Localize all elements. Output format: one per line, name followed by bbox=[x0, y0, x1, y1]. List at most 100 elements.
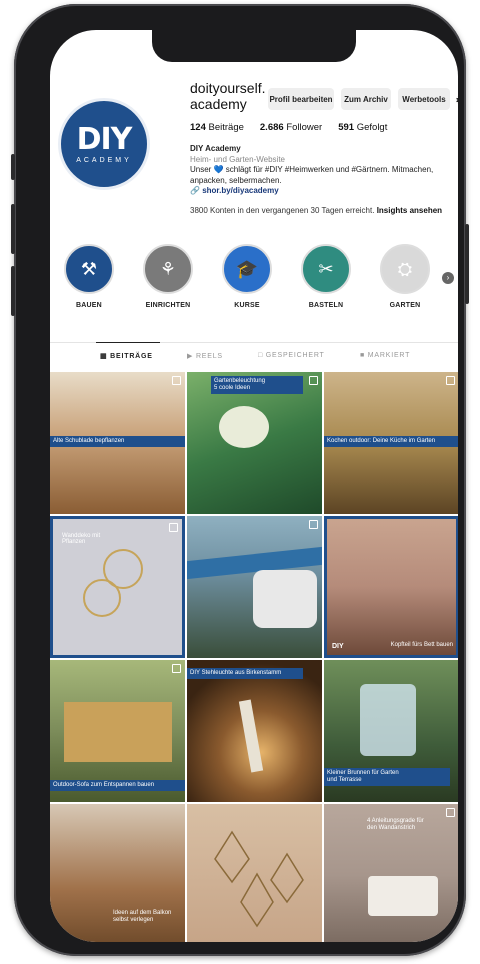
ad-tools-button[interactable]: Werbetools bbox=[398, 88, 450, 110]
following-count[interactable]: 591 Gefolgt bbox=[338, 122, 387, 133]
wall-ring-shape bbox=[83, 579, 121, 617]
logo-text: DIY bbox=[76, 121, 133, 157]
post-tile[interactable] bbox=[187, 804, 322, 942]
post-tile[interactable]: DIY Stehleuchte aus Birkenstamm bbox=[187, 660, 322, 802]
display-name: DIY Academy bbox=[190, 144, 241, 153]
post-tile[interactable]: Gartenbeleuchtung 5 coole Ideen bbox=[187, 372, 322, 514]
diy-watermark: DIY bbox=[332, 643, 344, 650]
edit-profile-button[interactable]: Profil bearbeiten bbox=[268, 88, 334, 110]
notch bbox=[152, 30, 356, 62]
post-tile[interactable]: Kochen outdoor: Deine Küche im Garten bbox=[324, 372, 458, 514]
link-icon: 🔗 bbox=[190, 186, 200, 195]
highlight-bauen[interactable]: ⚒ BAUEN bbox=[58, 244, 120, 309]
multi-image-icon bbox=[172, 664, 181, 673]
grid-icon: ▦ bbox=[100, 353, 108, 360]
highlight-garten[interactable]: ⛭ GARTEN bbox=[374, 244, 436, 309]
tab-posts-label: BEITRÄGE bbox=[110, 353, 153, 360]
edit-profile-label: Profil bearbeiten bbox=[269, 94, 333, 104]
archive-label: Zum Archiv bbox=[344, 94, 388, 104]
bookmark-icon: □ bbox=[258, 352, 264, 359]
birch-trunk-shape bbox=[238, 699, 264, 773]
tab-saved[interactable]: □ GESPEICHERT bbox=[258, 352, 325, 359]
instagram-profile-screen: DIY ACADEMY doityourself. academy Profil… bbox=[50, 30, 458, 942]
post-caption: Outdoor-Sofa zum Entspannen bauen bbox=[50, 780, 185, 791]
followers-number: 2.686 bbox=[259, 122, 284, 133]
shovel-icon: ⚘ bbox=[143, 244, 193, 294]
profile-category: Heim- und Garten-Website bbox=[190, 154, 285, 164]
archive-button[interactable]: Zum Archiv bbox=[341, 88, 391, 110]
highlight-label: EINRICHTEN bbox=[145, 302, 191, 309]
profile-stats: 124 Beiträge 2.686 Follower 591 Gefolgt bbox=[190, 122, 387, 133]
posts-label: Beiträge bbox=[208, 122, 244, 133]
bio-link-text: shor.by/diyacademy bbox=[202, 186, 279, 195]
insights-row: 3800 Konten in den vergangenen 30 Tagen … bbox=[190, 206, 442, 215]
post-tile[interactable]: Outdoor-Sofa zum Entspannen bauen bbox=[50, 660, 185, 802]
bed-shape bbox=[368, 876, 438, 916]
post-tile[interactable]: Alte Schublade bepflanzen bbox=[50, 372, 185, 514]
highlight-label: BAUEN bbox=[76, 302, 102, 309]
post-caption: Ideen auf dem Balkon selbst verlegen bbox=[113, 910, 172, 923]
story-highlights: ⚒ BAUEN ⚘ EINRICHTEN 🎓 KURSE ✂ BASTELN ⛭… bbox=[50, 244, 458, 324]
multi-image-icon bbox=[309, 376, 318, 385]
multi-image-icon bbox=[446, 808, 455, 817]
highlight-einrichten[interactable]: ⚘ EINRICHTEN bbox=[137, 244, 199, 309]
tab-posts[interactable]: ▦ BEITRÄGE bbox=[100, 352, 153, 360]
followers-count[interactable]: 2.686 Follower bbox=[260, 122, 322, 133]
post-caption: Gartenbeleuchtung 5 coole Ideen bbox=[211, 376, 303, 394]
highlight-basteln[interactable]: ✂ BASTELN bbox=[295, 244, 357, 309]
post-caption-wrap: DIY Stehleuchte aus Birkenstamm bbox=[187, 668, 303, 679]
profile-bio: DIY Academy Heim- und Garten-Website Uns… bbox=[190, 144, 455, 197]
tab-reels-label: REELS bbox=[195, 353, 223, 360]
mute-switch bbox=[11, 154, 15, 180]
post-caption: Stehleuchte aus Birkenstamm bbox=[201, 670, 282, 676]
profile-avatar[interactable]: DIY ACADEMY bbox=[58, 98, 150, 190]
tag-icon: ■ bbox=[360, 352, 366, 359]
post-caption: Kleiner Brunnen für Garten und Terrasse bbox=[324, 768, 450, 786]
settings-gear-icon[interactable]: ⚙ bbox=[455, 92, 458, 109]
ad-tools-label: Werbetools bbox=[402, 94, 446, 104]
phone-frame: DIY ACADEMY doityourself. academy Profil… bbox=[11, 4, 469, 956]
multi-image-icon bbox=[169, 523, 178, 532]
lantern-shape bbox=[219, 406, 269, 448]
wheelbarrow-icon: ⛭ bbox=[380, 244, 430, 294]
multi-image-icon bbox=[172, 376, 181, 385]
fountain-glass-shape bbox=[360, 684, 416, 756]
profile-username: doityourself. academy bbox=[190, 80, 270, 112]
post-tile[interactable] bbox=[187, 516, 322, 658]
followers-label: Follower bbox=[286, 122, 323, 133]
posts-number: 124 bbox=[190, 122, 206, 133]
logo-subtext: ACADEMY bbox=[76, 156, 132, 164]
tab-tagged[interactable]: ■ MARKIERT bbox=[360, 352, 410, 359]
reels-icon: ▶ bbox=[187, 353, 194, 360]
graduation-cap-icon: 🎓 bbox=[222, 244, 272, 294]
highlight-label: BASTELN bbox=[308, 302, 344, 309]
highlight-label: GARTEN bbox=[389, 302, 421, 309]
post-tile[interactable]: DIY Kopfteil fürs Bett bauen bbox=[324, 516, 458, 658]
post-tile[interactable]: Ideen auf dem Balkon selbst verlegen bbox=[50, 804, 185, 942]
diy-badge: DIY bbox=[190, 670, 202, 676]
highlights-next-icon[interactable]: › bbox=[442, 272, 454, 284]
insights-link[interactable]: Insights ansehen bbox=[377, 206, 442, 215]
following-label: Gefolgt bbox=[356, 122, 388, 133]
active-tab-indicator bbox=[96, 342, 160, 343]
tab-tagged-label: MARKIERT bbox=[367, 352, 411, 359]
highlight-kurse[interactable]: 🎓 KURSE bbox=[216, 244, 278, 309]
profile-tabs: ▦ BEITRÄGE ▶ REELS □ GESPEICHERT ■ MARKI… bbox=[50, 342, 458, 371]
posts-count[interactable]: 124 Beiträge bbox=[190, 122, 244, 133]
following-number: 591 bbox=[338, 122, 355, 133]
post-caption: 4 Anleitungsgrade für den Wandanstrich bbox=[367, 818, 424, 831]
highlight-label: KURSE bbox=[234, 302, 260, 309]
hammer-icon: ⚒ bbox=[64, 244, 114, 294]
posts-grid: Alte Schublade bepflanzen Gartenbeleucht… bbox=[50, 372, 458, 942]
volume-down-button bbox=[11, 266, 15, 316]
bio-text: Unser 💙 schlägt für #DIY #Heimwerken und… bbox=[190, 165, 434, 185]
post-tile[interactable]: Kleiner Brunnen für Garten und Terrasse bbox=[324, 660, 458, 802]
tab-reels[interactable]: ▶ REELS bbox=[187, 352, 223, 360]
scissors-icon: ✂ bbox=[301, 244, 351, 294]
username-text: doityourself. academy bbox=[190, 80, 266, 112]
bio-link[interactable]: 🔗 shor.by/diyacademy bbox=[190, 186, 455, 197]
post-tile[interactable]: Wanddeko mit Pflanzen bbox=[50, 516, 185, 658]
post-caption: Alte Schublade bepflanzen bbox=[50, 436, 185, 447]
post-tile[interactable]: 4 Anleitungsgrade für den Wandanstrich bbox=[324, 804, 458, 942]
hanging-terrarium-shapes bbox=[214, 830, 304, 928]
